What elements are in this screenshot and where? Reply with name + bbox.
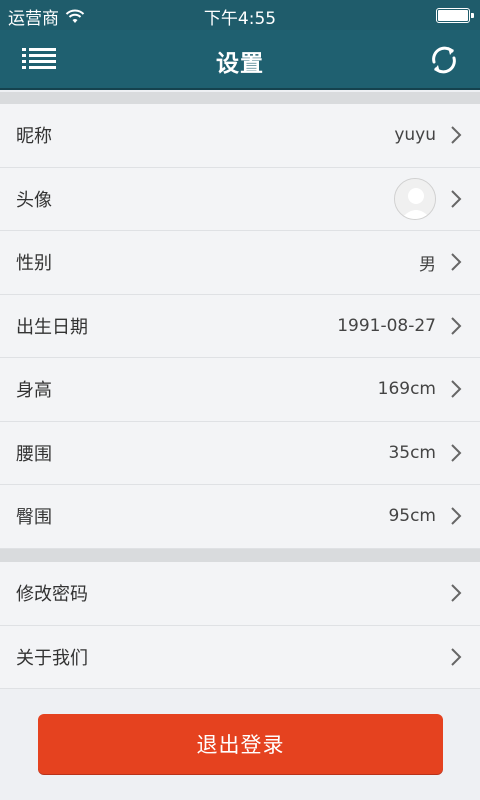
section-divider [0, 92, 480, 104]
row-change-password[interactable]: 修改密码 [0, 562, 480, 626]
row-about-us[interactable]: 关于我们 [0, 626, 480, 689]
row-label: 昵称 [16, 126, 52, 148]
navigation-bar: 设置 [0, 30, 480, 90]
chevron-right-icon [451, 380, 462, 398]
row-avatar[interactable]: 头像 [0, 168, 480, 231]
chevron-right-icon [451, 126, 462, 144]
row-value: yuyu [394, 125, 436, 146]
row-birthdate[interactable]: 出生日期 1991-08-27 [0, 295, 480, 358]
row-value: 男 [419, 254, 436, 275]
section-divider [0, 549, 480, 562]
chevron-right-icon [451, 648, 462, 666]
row-label: 身高 [16, 380, 52, 402]
row-label: 头像 [16, 189, 52, 211]
row-label: 出生日期 [16, 316, 88, 338]
row-value: 1991-08-27 [337, 315, 436, 336]
row-value: 35cm [388, 442, 436, 463]
logout-button[interactable]: 退出登录 [38, 714, 443, 774]
refresh-icon[interactable] [426, 42, 462, 78]
row-waist[interactable]: 腰围 35cm [0, 422, 480, 485]
user-placeholder-icon [395, 178, 435, 219]
chevron-right-icon [451, 317, 462, 335]
row-value: 169cm [377, 379, 436, 400]
row-nickname[interactable]: 昵称 yuyu [0, 104, 480, 168]
chevron-right-icon [451, 584, 462, 602]
row-label: 性别 [16, 253, 52, 275]
row-value: 95cm [388, 506, 436, 527]
status-bar: 运营商 下午4:55 [0, 0, 480, 30]
chevron-right-icon [451, 253, 462, 271]
row-height[interactable]: 身高 169cm [0, 358, 480, 422]
status-time: 下午4:55 [203, 9, 277, 29]
avatar [394, 177, 436, 220]
chevron-right-icon [451, 507, 462, 525]
row-gender[interactable]: 性别 男 [0, 231, 480, 295]
row-label: 修改密码 [16, 584, 88, 606]
chevron-right-icon [451, 444, 462, 462]
row-label: 臀围 [16, 507, 52, 529]
row-label: 腰围 [16, 443, 52, 465]
profile-list: 昵称 yuyu 头像 性别 男 出生日期 1991-08-27 身高 169cm… [0, 104, 480, 549]
row-label: 关于我们 [16, 647, 88, 669]
chevron-right-icon [451, 190, 462, 208]
battery-icon [436, 8, 474, 23]
account-list: 修改密码 关于我们 [0, 562, 480, 689]
page-title: 设置 [216, 51, 264, 77]
row-hip[interactable]: 臀围 95cm [0, 485, 480, 549]
